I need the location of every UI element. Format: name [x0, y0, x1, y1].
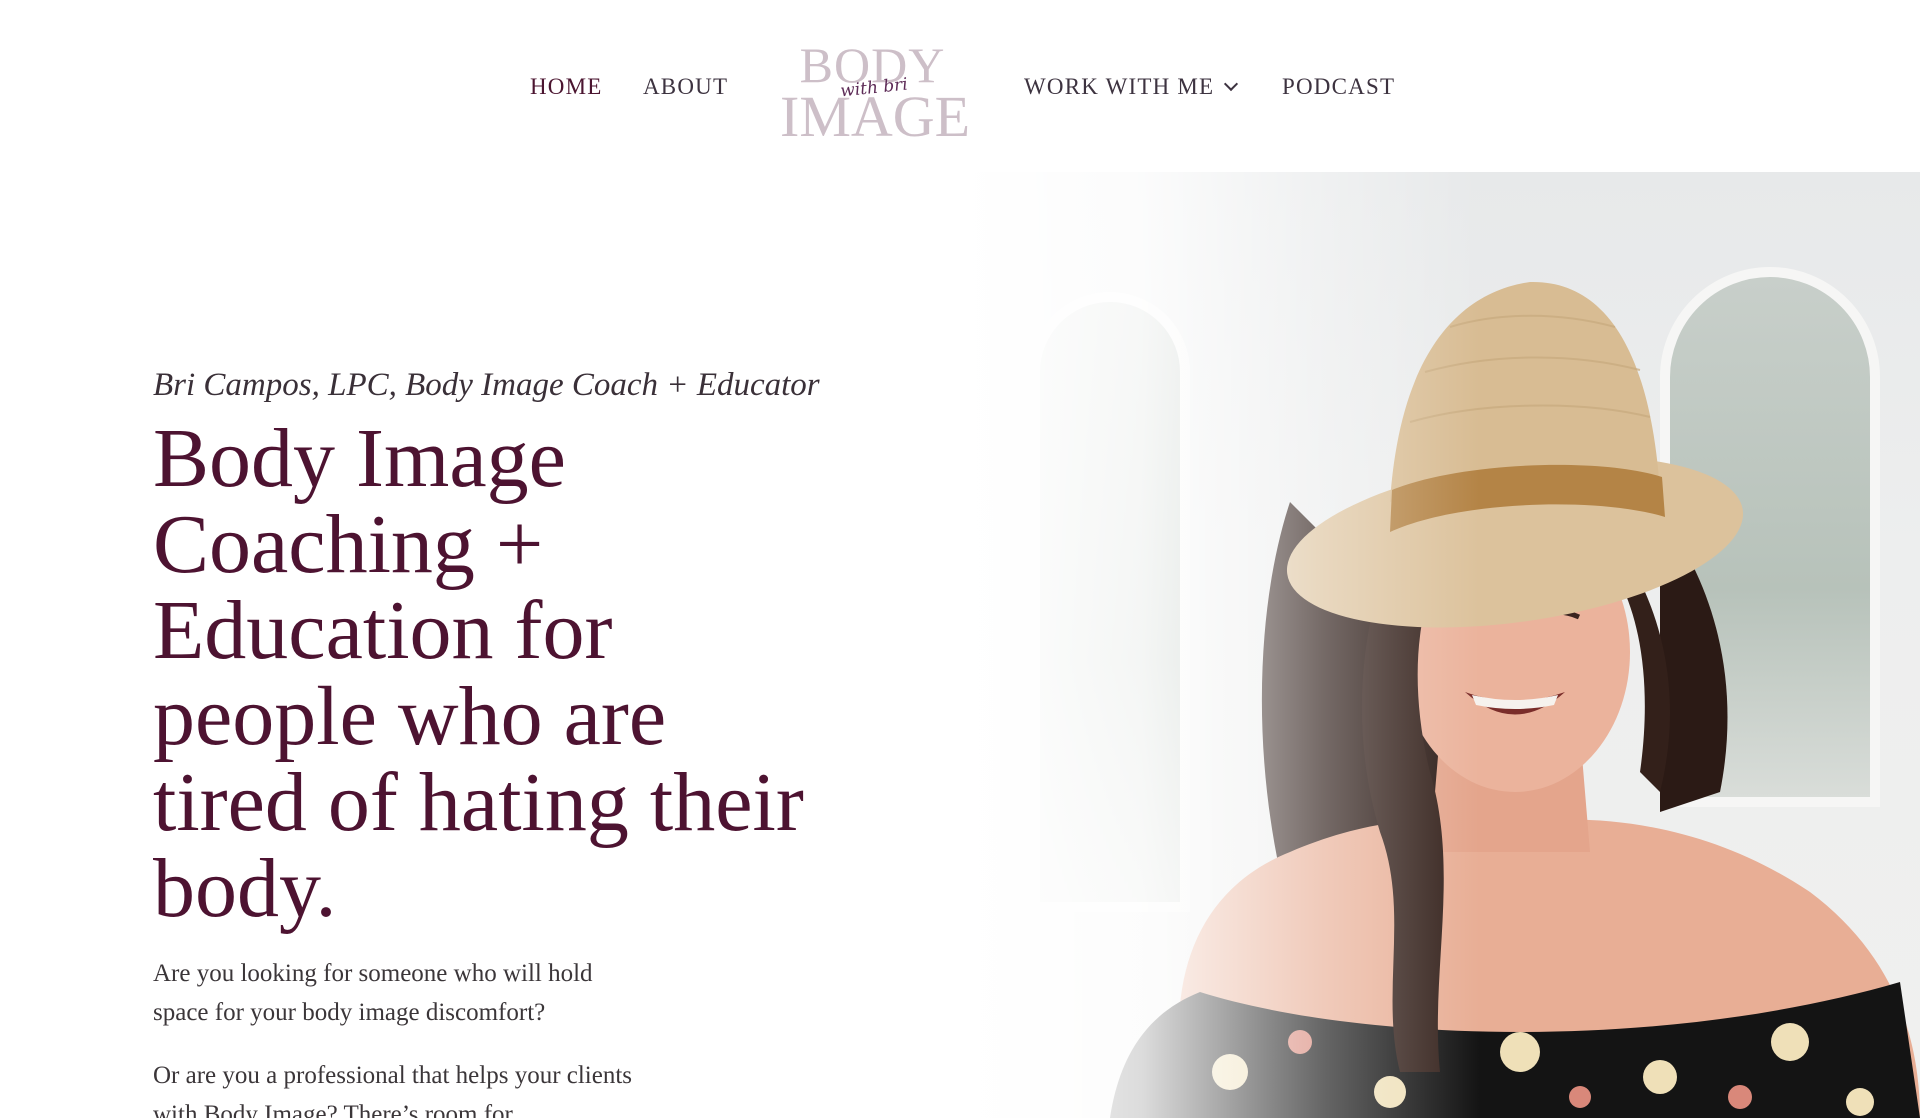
site-logo[interactable]: BODY with bri IMAGE: [780, 38, 970, 146]
nav-about-link[interactable]: ABOUT: [643, 72, 728, 102]
logo-line-image: IMAGE: [780, 84, 971, 149]
nav-work-with-me-label: WORK WITH ME: [1024, 74, 1215, 99]
hero-photo: [960, 172, 1920, 1118]
site-header: HOME ABOUT BODY with bri IMAGE WORK WITH…: [0, 0, 1920, 172]
nav-work-with-me-dropdown[interactable]: WORK WITH ME: [1024, 72, 1239, 102]
hero-headline: Body Image Coaching + Education for peop…: [153, 412, 804, 935]
hero-paragraph-1: Are you looking for someone who will hol…: [153, 960, 593, 1026]
nav-podcast-link[interactable]: PODCAST: [1282, 72, 1395, 102]
nav-home-link[interactable]: HOME: [530, 72, 603, 102]
chevron-down-icon: [1224, 76, 1239, 92]
hero-paragraph-2: Or are you a professional that helps you…: [153, 1062, 633, 1118]
photo-fade-overlay: [960, 172, 1480, 1118]
hero-text-block: Bri Campos, LPC, Body Image Coach + Educ…: [153, 362, 853, 1118]
hero-eyebrow: Bri Campos, LPC, Body Image Coach + Educ…: [153, 367, 820, 403]
